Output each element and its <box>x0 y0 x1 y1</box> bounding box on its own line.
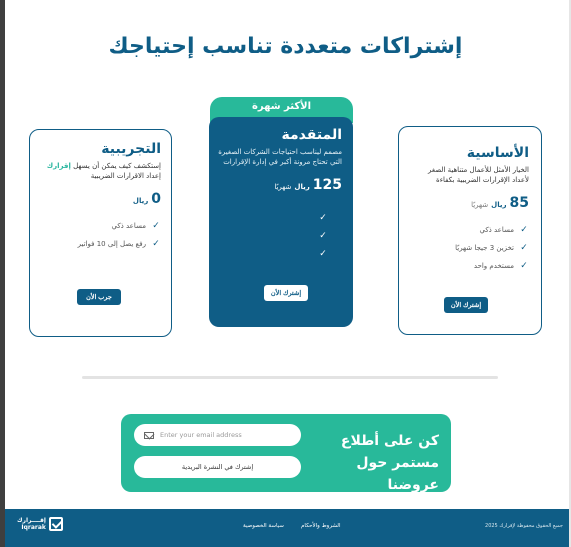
subscribe-basic-button[interactable]: إشترك الأن <box>444 297 488 313</box>
list-item: ✓ <box>217 227 328 245</box>
price-currency: ريال <box>132 197 149 205</box>
check-icon: ✓ <box>520 225 528 235</box>
price-amount: 125 <box>312 177 342 193</box>
plan-name: المتقدمة <box>281 127 342 143</box>
plan-description: مصمم ليناسب احتياجات الشركات الصغيرة الت… <box>218 148 342 166</box>
newsletter-section: كن على أطلاع مستمر حول عروضنا Enter your… <box>121 414 451 493</box>
list-item: ✓ تخزين 3 جيجا شهريًا <box>455 243 528 253</box>
check-icon: ✓ <box>520 243 528 253</box>
plan-name: الأساسية <box>466 145 529 161</box>
feature-list: ✓ مساعد ذكي ✓ تخزين 3 جيجا شهريًا ✓ مستخدم … <box>409 221 529 275</box>
plan-card-basic: الأساسية الخيار الأمثل للأعمال متناهية ا… <box>398 126 542 335</box>
check-icon: ✓ <box>319 213 327 223</box>
check-icon: ✓ <box>319 249 327 259</box>
plan-name: التجريبية <box>101 141 161 157</box>
plan-price: 85 ريال شهريًا <box>409 195 529 211</box>
list-item: ✓ مستخدم واحد <box>473 261 528 271</box>
plan-card-trial: التجريبية إستكشف كيف يمكن أن يسهل إقرارك… <box>29 129 172 337</box>
plan-description: إستكشف كيف يمكن أن يسهل إقرارك إعداد الا… <box>46 162 161 180</box>
page: إشتراكات متعددة تناسب إحتياجك الأساسية ا… <box>0 0 571 547</box>
check-icon: ✓ <box>319 231 327 241</box>
logo-text-en: Iqrarak <box>21 524 46 531</box>
newsletter-heading: كن على أطلاع مستمر حول عروضنا <box>340 433 439 493</box>
logo-text-ar: إقــــرارك <box>17 517 46 524</box>
price-period: شهريًا <box>471 201 489 209</box>
check-icon: ✓ <box>152 239 160 249</box>
footer: إقــــرارك Iqrarak سياسة الخصوصية الشروط… <box>5 509 569 547</box>
plan-price: 0 ريال <box>38 191 161 207</box>
copyright-text: جميع الحقوق محفوظة لإقرارك 2025 <box>485 523 563 529</box>
email-field[interactable]: Enter your email address <box>134 424 301 446</box>
feature-list: ✓ مساعد ذكي ✓ رفع يصل إلى 10 فواتير <box>38 217 161 253</box>
email-placeholder: Enter your email address <box>160 431 242 439</box>
plan-description: الخيار الأمثل للأعمال متناهية الصغر لأعد… <box>427 166 529 184</box>
logo[interactable]: إقــــرارك Iqrarak <box>17 517 63 531</box>
plan-price: 125 ريال شهريًا <box>217 177 342 193</box>
list-item: ✓ مساعد ذكي <box>111 221 160 231</box>
section-divider <box>82 376 498 379</box>
list-item: ✓ مساعد ذكي <box>479 225 528 235</box>
check-logo-icon <box>48 517 63 531</box>
feature-list: ✓ ✓ ✓ <box>217 209 342 263</box>
mail-icon <box>144 431 154 439</box>
newsletter-subscribe-button[interactable]: إشترك في النشرة البريدية <box>134 456 301 478</box>
price-currency: ريال <box>294 183 310 191</box>
try-now-button[interactable]: جرب الأن <box>77 289 121 305</box>
window-edge <box>0 0 5 547</box>
brand-link: إقرارك <box>46 162 71 170</box>
price-amount: 85 <box>509 195 529 211</box>
plan-card-advanced: المتقدمة مصمم ليناسب احتياجات الشركات ال… <box>209 117 353 327</box>
terms-link[interactable]: الشروط والأحكام <box>301 523 340 529</box>
privacy-link[interactable]: سياسة الخصوصية <box>243 523 284 529</box>
price-amount: 0 <box>151 191 161 207</box>
price-period: شهريًا <box>274 183 292 191</box>
check-icon: ✓ <box>152 221 160 231</box>
list-item: ✓ رفع يصل إلى 10 فواتير <box>77 239 160 249</box>
page-title: إشتراكات متعددة تناسب إحتياجك <box>108 34 463 59</box>
check-icon: ✓ <box>520 261 528 271</box>
list-item: ✓ <box>217 209 328 227</box>
price-currency: ريال <box>491 201 507 209</box>
list-item: ✓ <box>217 245 328 263</box>
subscribe-advanced-button[interactable]: إشترك الأن <box>264 285 308 301</box>
